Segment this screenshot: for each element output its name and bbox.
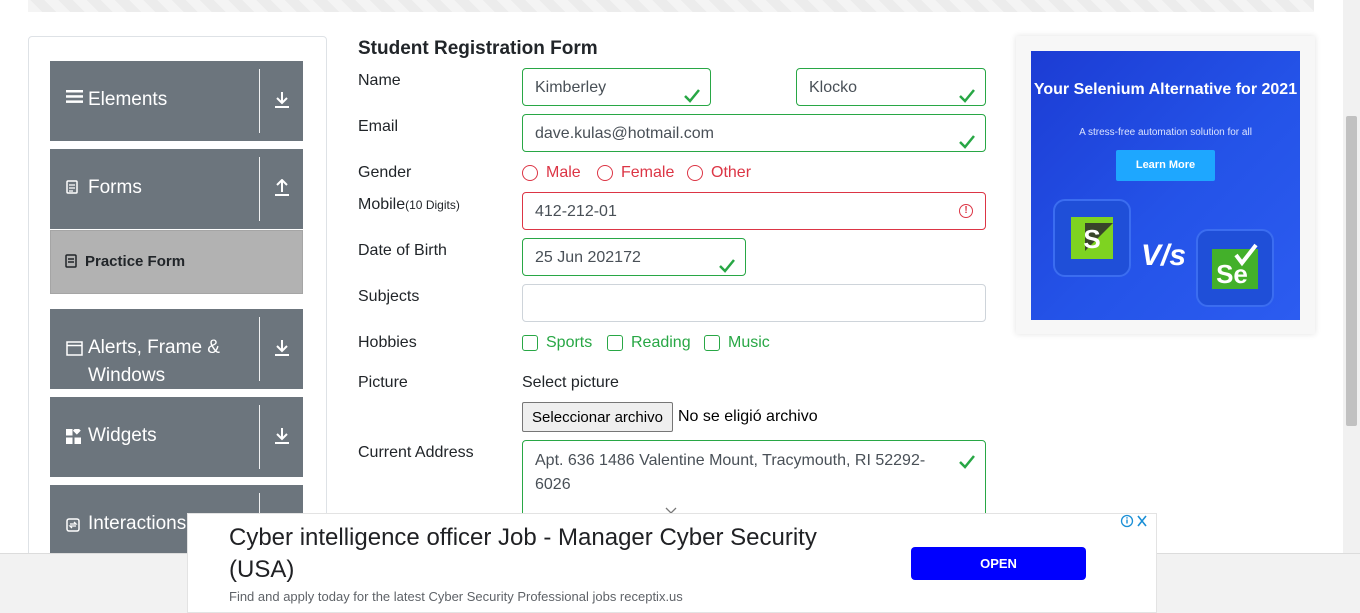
group-title: Widgets [88, 425, 157, 446]
hamburger-icon [66, 89, 83, 108]
mobile-label-text: Mobile [358, 196, 406, 213]
subjects-input[interactable] [522, 284, 986, 322]
checkbox-label: Music [728, 334, 770, 351]
ad-banner[interactable]: Your Selenium Alternative for 2021 A str… [1031, 51, 1300, 320]
learn-more-button[interactable]: Learn More [1116, 150, 1215, 181]
divider [259, 157, 260, 221]
bottom-advertisement[interactable]: Cyber intelligence officer Job - Manager… [187, 513, 1157, 613]
email-label: Email [358, 118, 399, 135]
form-title: Student Registration Form [358, 38, 598, 59]
file-status: No se eligió archivo [678, 408, 818, 425]
checkbox-label: Reading [631, 334, 691, 351]
mobile-value: 412-212-01 [535, 203, 617, 220]
scrollbar-thumb[interactable] [1346, 116, 1357, 426]
open-button[interactable]: OPEN [911, 547, 1086, 580]
first-name-input[interactable]: Kimberley [522, 68, 711, 106]
checkbox-label: Sports [546, 334, 593, 351]
error-icon: ! [959, 204, 973, 218]
adchoices-icon[interactable] [1120, 514, 1150, 531]
address-value: Apt. 636 1486 Valentine Mount, Tracymout… [535, 452, 926, 493]
katalon-logo-icon: S [1053, 199, 1131, 277]
download-arrow-icon[interactable] [274, 339, 296, 363]
radio-circle [522, 165, 538, 181]
top-banner [28, 0, 1314, 12]
window-icon [66, 341, 83, 360]
vertical-scrollbar[interactable] [1343, 0, 1360, 553]
check-icon [959, 126, 975, 149]
mobile-hint: (10 Digits) [405, 198, 460, 212]
page: Elements Forms Practice Form Alerts, Fra… [0, 0, 1360, 613]
upload-arrow-icon[interactable] [274, 178, 296, 203]
interactions-icon [66, 518, 80, 536]
hobby-checkbox-music[interactable]: Music [704, 334, 770, 352]
hobbies-label: Hobbies [358, 334, 417, 351]
sidebar-group-forms[interactable]: Forms [50, 149, 303, 229]
form-icon [65, 254, 77, 268]
sidebar-item-label: Practice Form [85, 253, 186, 270]
document-icon [66, 180, 78, 198]
sidebar-group-widgets[interactable]: Widgets [50, 397, 303, 477]
sidebar-item-practice-form[interactable]: Practice Form [50, 230, 303, 294]
divider [259, 69, 260, 133]
last-name-value: Klocko [809, 79, 858, 96]
dob-value: 25 Jun 202172 [535, 249, 641, 266]
download-arrow-icon[interactable] [274, 91, 296, 115]
ad-headline: Your Selenium Alternative for 2021 [1033, 81, 1298, 98]
ad-headline: Cyber intelligence officer Job - Manager… [229, 524, 817, 583]
check-icon [959, 80, 975, 103]
checkbox-square [522, 335, 538, 351]
sidebar: Elements Forms Practice Form Alerts, Fra… [28, 36, 327, 576]
gender-radio-other[interactable]: Other [687, 164, 751, 182]
group-title: Elements [88, 89, 168, 110]
select-picture-label: Select picture [522, 374, 619, 391]
ad-subtitle: A stress-free automation solution for al… [1079, 127, 1252, 138]
gender-label: Gender [358, 164, 412, 181]
radio-label: Male [546, 164, 581, 181]
radio-circle [597, 165, 613, 181]
name-label: Name [358, 72, 401, 89]
hobby-checkbox-sports[interactable]: Sports [522, 334, 592, 352]
checkbox-square [704, 335, 720, 351]
divider [259, 405, 260, 469]
last-name-input[interactable]: Klocko [796, 68, 986, 106]
radio-circle [687, 165, 703, 181]
dob-label: Date of Birth [358, 242, 447, 259]
first-name-value: Kimberley [535, 79, 607, 96]
mobile-label: Mobile(10 Digits) [358, 196, 460, 214]
side-advertisement[interactable]: Your Selenium Alternative for 2021 A str… [1016, 36, 1315, 334]
logo-letter: S [1083, 224, 1100, 254]
subjects-label: Subjects [358, 288, 420, 305]
group-title: Forms [88, 177, 142, 198]
selenium-logo-icon: Se [1196, 229, 1274, 307]
ad-description: Find and apply today for the latest Cybe… [229, 589, 683, 604]
download-arrow-icon[interactable] [274, 427, 296, 451]
radio-label: Female [621, 164, 675, 181]
check-icon [684, 80, 700, 103]
widgets-icon [66, 426, 81, 448]
dob-input[interactable]: 25 Jun 202172 [522, 238, 746, 276]
email-input[interactable]: dave.kulas@hotmail.com [522, 114, 986, 152]
address-label: Current Address [358, 444, 474, 461]
sidebar-group-alerts[interactable]: Alerts, Frame & Windows [50, 309, 303, 389]
gender-radio-male[interactable]: Male [522, 164, 581, 182]
checkbox-square [607, 335, 623, 351]
vs-text: V/s [1141, 239, 1187, 272]
divider [259, 317, 260, 381]
current-address-textarea[interactable]: Apt. 636 1486 Valentine Mount, Tracymout… [522, 440, 986, 520]
choose-file-button[interactable]: Seleccionar archivo [522, 402, 673, 432]
check-icon [719, 250, 735, 273]
picture-label: Picture [358, 374, 408, 391]
check-icon [959, 453, 975, 469]
sidebar-group-elements[interactable]: Elements [50, 61, 303, 141]
email-value: dave.kulas@hotmail.com [535, 125, 714, 142]
gender-radio-female[interactable]: Female [597, 164, 674, 182]
radio-label: Other [711, 164, 752, 181]
hobby-checkbox-reading[interactable]: Reading [607, 334, 691, 352]
group-title: Alerts, Frame & Windows [88, 337, 220, 386]
mobile-input[interactable]: 412-212-01 ! [522, 192, 986, 230]
